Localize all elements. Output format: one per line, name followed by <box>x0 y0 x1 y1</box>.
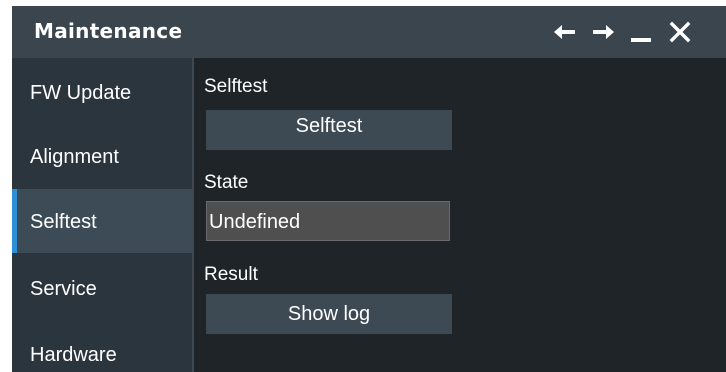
show-log-button[interactable]: Show log <box>206 294 452 334</box>
back-arrow-icon[interactable] <box>550 16 580 48</box>
sidebar-item-selftest[interactable]: Selftest <box>12 189 192 253</box>
state-value-field: Undefined <box>206 201 450 241</box>
sidebar-item-fw-update[interactable]: FW Update <box>12 58 192 122</box>
sidebar-item-service[interactable]: Service <box>12 254 192 318</box>
selftest-label: Selftest <box>204 76 268 97</box>
dialog-title: Maintenance <box>34 19 183 43</box>
forward-arrow-icon[interactable] <box>588 16 618 48</box>
sidebar-item-label: Service <box>30 278 97 300</box>
sidebar-item-label: Alignment <box>30 146 119 168</box>
minimize-icon[interactable] <box>626 16 656 48</box>
sidebar-item-label: Selftest <box>30 211 97 233</box>
close-icon[interactable] <box>664 16 694 48</box>
selftest-button[interactable]: Selftest <box>206 110 452 150</box>
sidebar-item-hardware[interactable]: Hardware <box>12 320 192 372</box>
result-label: Result <box>204 264 258 285</box>
title-bar[interactable]: Maintenance <box>12 6 726 58</box>
sidebar: FW Update Alignment Selftest Service Har… <box>12 58 192 372</box>
selftest-panel: Selftest Selftest State Undefined Result… <box>194 58 726 372</box>
maintenance-dialog: Maintenance FW Update Alignment Selftest… <box>12 6 726 372</box>
state-label: State <box>204 172 249 193</box>
sidebar-item-alignment[interactable]: Alignment <box>12 124 192 188</box>
sidebar-item-label: Hardware <box>30 344 117 366</box>
sidebar-item-label: FW Update <box>30 82 132 104</box>
